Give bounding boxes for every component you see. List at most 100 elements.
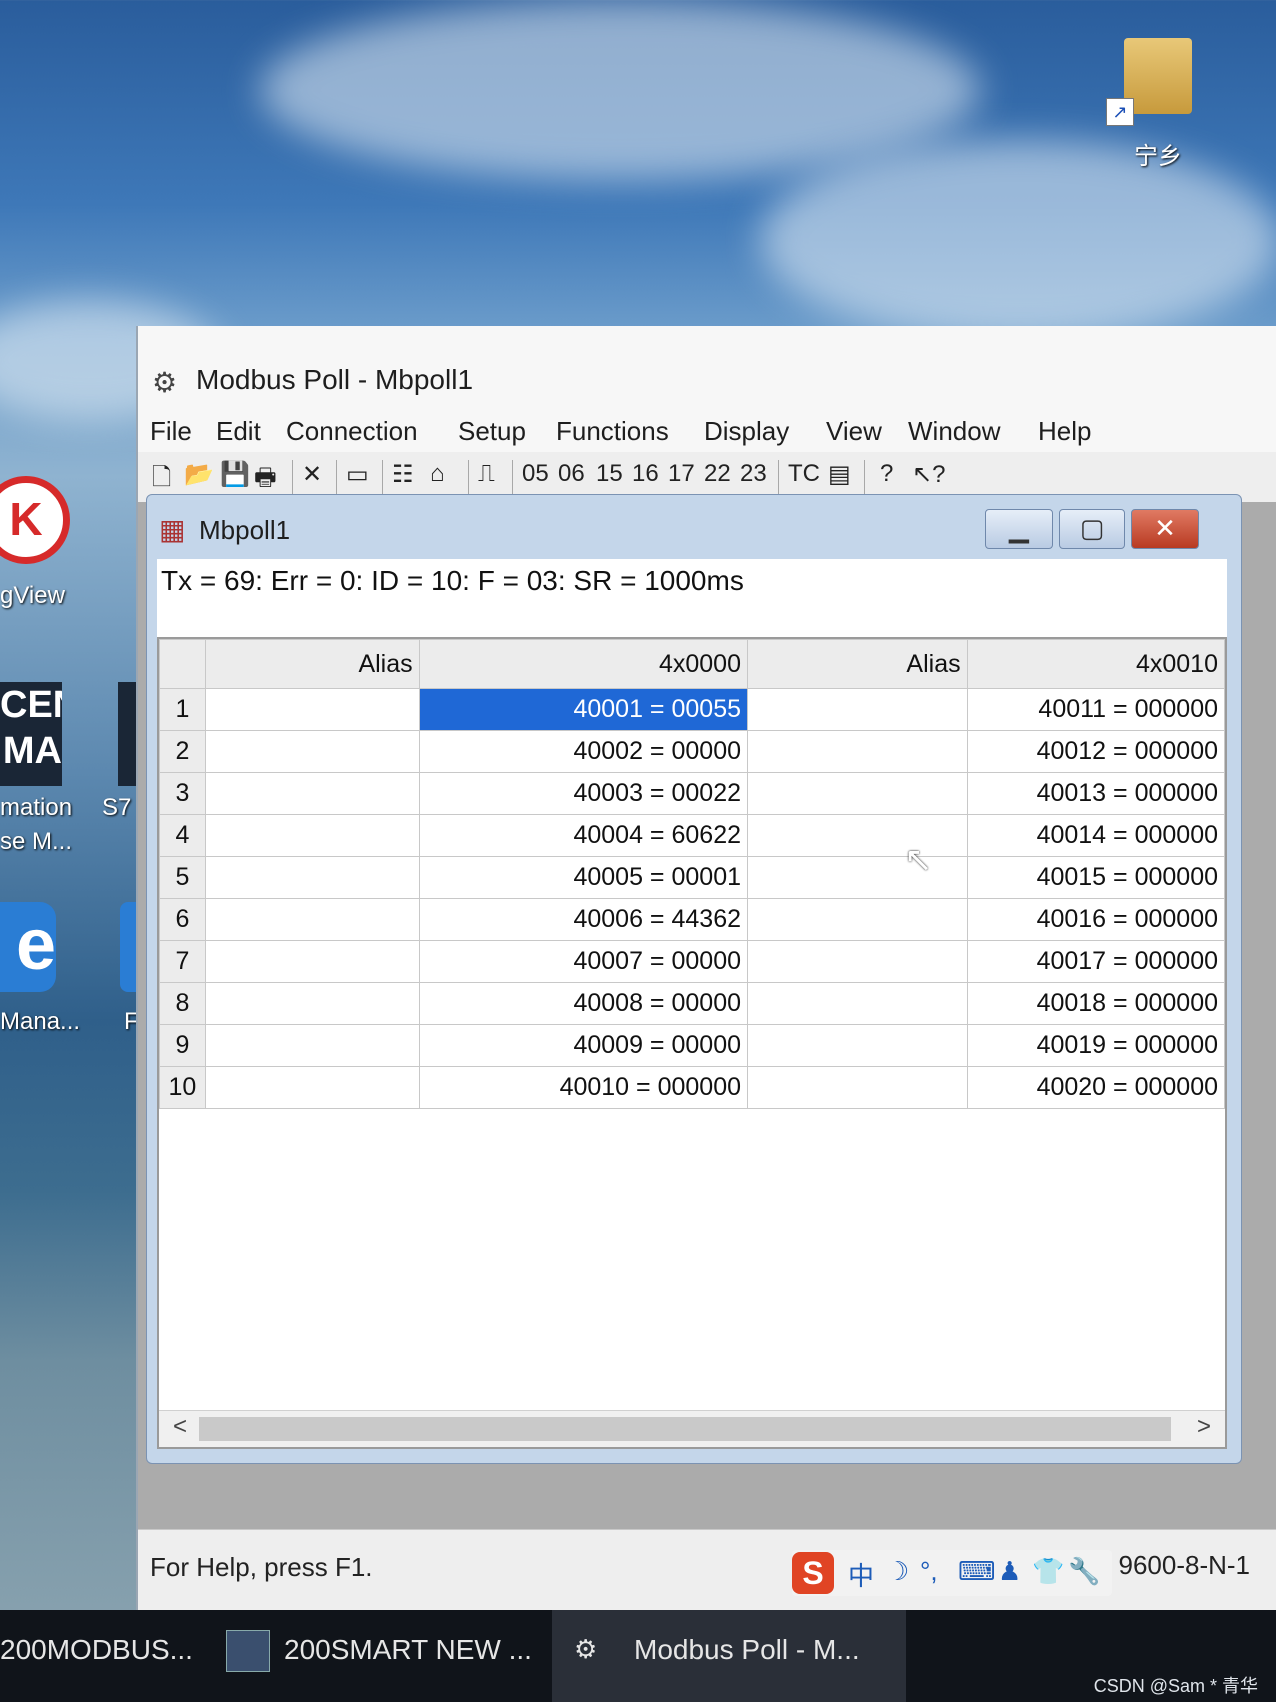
row-number-cell[interactable]: 3 [159, 772, 206, 815]
menu-display[interactable]: Display [704, 416, 789, 447]
function-22-button[interactable]: 22 [704, 460, 731, 488]
taskbar-item-modbus-poll[interactable]: Modbus Poll - M... [634, 1634, 860, 1666]
function-16-button[interactable]: 16 [632, 460, 659, 488]
register-value-cell[interactable]: 40018 = 000000 [966, 982, 1225, 1025]
register-value-cell[interactable]: 40020 = 000000 [966, 1066, 1225, 1109]
function-23-button[interactable]: 23 [740, 460, 767, 488]
alias-cell[interactable] [747, 856, 968, 899]
alias-cell[interactable] [204, 772, 420, 815]
alias-cell[interactable] [204, 1024, 420, 1067]
minimize-button[interactable]: ▁ [985, 509, 1053, 549]
sogou-ime-icon[interactable]: S [792, 1552, 834, 1594]
register-value-cell[interactable]: 40009 = 00000 [418, 1024, 749, 1067]
ime-punctuation-icon[interactable]: °, [920, 1556, 938, 1587]
alias-cell[interactable] [747, 1024, 968, 1067]
row-number-cell[interactable]: 5 [159, 856, 206, 899]
corner-header-cell[interactable] [159, 639, 206, 689]
function-17-button[interactable]: 17 [668, 460, 695, 488]
register-value-cell[interactable]: 40004 = 60622 [418, 814, 749, 857]
function-06-button[interactable]: 06 [558, 460, 585, 488]
save-icon[interactable]: 💾 [220, 460, 250, 489]
alias-column-header[interactable]: Alias [204, 639, 420, 689]
alias-cell[interactable] [747, 982, 968, 1025]
taskbar-item-200modbus[interactable]: 200MODBUS... [0, 1634, 193, 1666]
menu-connection[interactable]: Connection [286, 416, 418, 447]
register-value-cell[interactable]: 40015 = 000000 [966, 856, 1225, 899]
menu-window[interactable]: Window [908, 416, 1000, 447]
alias-cell[interactable] [204, 898, 420, 941]
alias-cell[interactable] [204, 856, 420, 899]
alias-cell[interactable] [747, 1066, 968, 1109]
automation-license-label[interactable]: mation [0, 794, 72, 822]
ime-tools-icon[interactable]: 🔧 [1068, 1556, 1100, 1587]
register-value-cell[interactable]: 40013 = 000000 [966, 772, 1225, 815]
open-folder-icon[interactable]: 📂 [184, 460, 214, 489]
delete-icon[interactable]: ✕ [302, 460, 322, 489]
alias-cell[interactable] [747, 940, 968, 983]
alias-cell[interactable] [204, 940, 420, 983]
register-value-cell[interactable]: 40006 = 44362 [418, 898, 749, 941]
row-number-cell[interactable]: 4 [159, 814, 206, 857]
s7-label[interactable]: S7 [102, 794, 131, 822]
alias-cell[interactable] [747, 814, 968, 857]
register-value-cell[interactable]: 40011 = 000000 [966, 688, 1225, 731]
ime-halfwidth-icon[interactable]: ☽ [886, 1556, 909, 1587]
window-icon[interactable]: ▭ [346, 460, 369, 489]
alias-cell[interactable] [204, 814, 420, 857]
menu-edit[interactable]: Edit [216, 416, 261, 447]
register-value-cell[interactable]: 40012 = 000000 [966, 730, 1225, 773]
s7-icon[interactable] [118, 682, 138, 786]
register-value-cell[interactable]: 40008 = 00000 [418, 982, 749, 1025]
scroll-right-arrow[interactable]: > [1197, 1413, 1211, 1441]
alias-cell[interactable] [747, 898, 968, 941]
folder-label[interactable]: 宁乡 [1134, 136, 1182, 171]
connect-icon[interactable]: ☷ [392, 460, 414, 489]
register-value-cell[interactable]: 40003 = 00022 [418, 772, 749, 815]
help-icon[interactable]: ? [880, 460, 893, 488]
taskbar-item-200smart[interactable]: 200SMART NEW ... [284, 1634, 532, 1666]
register-value-cell[interactable]: 40019 = 000000 [966, 1024, 1225, 1067]
row-number-cell[interactable]: 8 [159, 982, 206, 1025]
traffic-monitor-icon[interactable]: ▤ [828, 460, 851, 489]
menu-setup[interactable]: Setup [458, 416, 526, 447]
register-value-cell[interactable]: 40001 = 00055 [418, 688, 749, 731]
ime-user-icon[interactable]: ♟ [998, 1556, 1021, 1587]
value-column-header[interactable]: 4x0000 [418, 639, 749, 689]
tc-button[interactable]: TC [788, 460, 820, 488]
register-value-cell[interactable]: 40014 = 000000 [966, 814, 1225, 857]
folder-icon[interactable] [1124, 38, 1192, 114]
row-number-cell[interactable]: 6 [159, 898, 206, 941]
row-number-cell[interactable]: 2 [159, 730, 206, 773]
alias-cell[interactable] [204, 688, 420, 731]
register-value-cell[interactable]: 40016 = 000000 [966, 898, 1225, 941]
menu-functions[interactable]: Functions [556, 416, 669, 447]
manager-e-icon[interactable]: e [0, 902, 56, 992]
register-value-cell[interactable]: 40005 = 00001 [418, 856, 749, 899]
alias-cell[interactable] [204, 1066, 420, 1109]
close-button[interactable]: ✕ [1131, 509, 1199, 549]
register-value-cell[interactable]: 40007 = 00000 [418, 940, 749, 983]
alias-cell[interactable] [747, 772, 968, 815]
scrollbar-thumb[interactable] [199, 1417, 1171, 1441]
disconnect-icon[interactable]: ⌂ [430, 460, 445, 488]
row-number-cell[interactable]: 7 [159, 940, 206, 983]
alias-cell[interactable] [204, 982, 420, 1025]
ime-skin-icon[interactable]: 👕 [1032, 1556, 1064, 1587]
menu-file[interactable]: File [150, 416, 192, 447]
kingview-icon[interactable]: K [0, 476, 70, 564]
ime-keyboard-icon[interactable]: ⌨ [958, 1556, 996, 1587]
row-number-cell[interactable]: 10 [159, 1066, 206, 1109]
automation-license-icon[interactable]: CEN MA [0, 682, 62, 786]
row-number-cell[interactable]: 9 [159, 1024, 206, 1067]
context-help-icon[interactable]: ↖? [912, 460, 945, 489]
ime-chinese-mode-icon[interactable]: 中 [848, 1556, 874, 1593]
automation-license-label-2[interactable]: se M... [0, 828, 72, 856]
menu-view[interactable]: View [826, 416, 882, 447]
scroll-left-arrow[interactable]: < [173, 1413, 187, 1441]
alias-cell[interactable] [747, 688, 968, 731]
alias-cell[interactable] [204, 730, 420, 773]
maximize-button[interactable]: ▢ [1059, 509, 1125, 549]
horizontal-scrollbar[interactable]: < > [159, 1410, 1225, 1447]
pulse-icon[interactable]: ⎍ [478, 460, 495, 488]
alias-cell[interactable] [747, 730, 968, 773]
